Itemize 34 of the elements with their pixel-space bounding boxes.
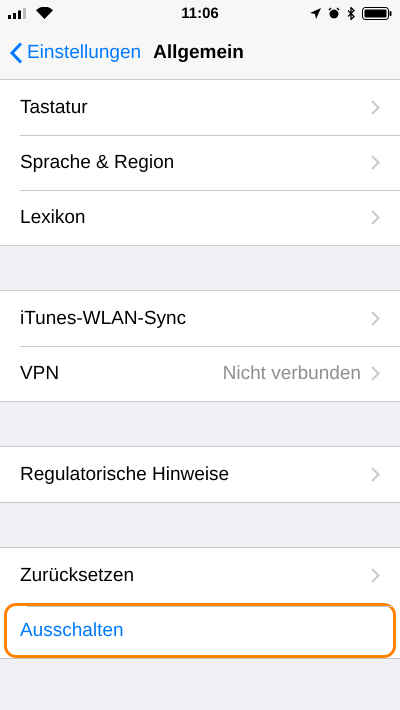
chevron-icon: [371, 568, 380, 583]
row-label: Tastatur: [20, 96, 88, 118]
bluetooth-icon: [347, 6, 355, 20]
back-icon: [10, 42, 23, 64]
chevron-icon: [371, 155, 380, 170]
settings-row[interactable]: iTunes-WLAN-Sync: [0, 291, 400, 346]
row-label: Sprache & Region: [20, 152, 174, 174]
settings-row[interactable]: Ausschalten: [4, 603, 396, 658]
row-value: Nicht verbunden: [222, 362, 361, 384]
settings-row[interactable]: Zurücksetzen: [0, 548, 400, 603]
settings-row[interactable]: VPN Nicht verbunden: [0, 346, 400, 401]
row-label: Ausschalten: [20, 620, 124, 642]
battery-icon: [362, 6, 392, 20]
chevron-icon: [371, 467, 380, 482]
signal-icon: [8, 8, 28, 18]
row-label: iTunes-WLAN-Sync: [20, 308, 186, 330]
wifi-icon: [36, 7, 53, 19]
settings-row[interactable]: Sprache & Region: [0, 135, 400, 190]
alarm-icon: [328, 7, 340, 19]
row-label: VPN: [20, 362, 60, 384]
row-label: Zurücksetzen: [20, 564, 134, 586]
settings-row[interactable]: Tastatur: [0, 80, 400, 135]
settings-row[interactable]: Lexikon: [0, 190, 400, 245]
location-icon: [310, 8, 321, 18]
status-time: 11:06: [180, 5, 220, 22]
page-title: Allgemein: [153, 42, 244, 64]
chevron-icon: [371, 311, 380, 326]
row-label: Regulatorische Hinweise: [20, 464, 230, 486]
chevron-icon: [371, 100, 380, 115]
back-button[interactable]: Einstellungen: [10, 42, 142, 64]
chevron-icon: [371, 210, 380, 225]
chevron-icon: [371, 366, 380, 381]
settings-row[interactable]: Regulatorische Hinweise: [0, 447, 400, 502]
row-label: Lexikon: [20, 206, 86, 228]
